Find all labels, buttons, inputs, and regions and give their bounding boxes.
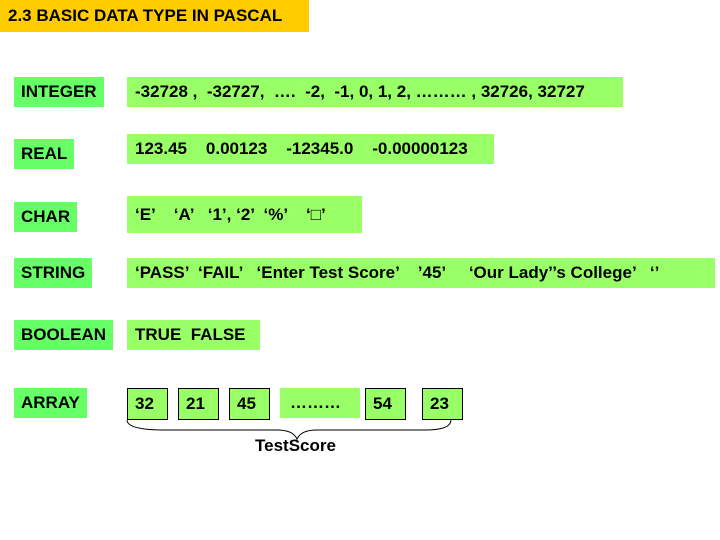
array-cell: 54 <box>365 388 406 420</box>
type-label-array: ARRAY <box>14 388 87 418</box>
array-cell: 21 <box>178 388 219 420</box>
type-label-string: STRING <box>14 258 93 288</box>
slide-title: 2.3 BASIC DATA TYPE IN PASCAL <box>0 0 309 32</box>
type-values-real: 123.45 0.00123 -12345.0 -0.00000123 <box>127 134 494 164</box>
type-values-string: ‘PASS’ ‘FAIL’ ‘Enter Test Score’ ’45’ ‘O… <box>127 258 715 288</box>
type-label-char: CHAR <box>14 202 78 232</box>
type-label-real: REAL <box>14 139 75 169</box>
array-ellipsis: ……… <box>280 388 360 418</box>
type-values-char: ‘E’ ‘A’ ‘1’, ‘2’ ‘%’ ‘□’ <box>127 196 362 233</box>
array-cell: 32 <box>127 388 168 420</box>
type-label-integer: INTEGER <box>14 77 104 107</box>
type-values-integer: -32728 , -32727, …. -2, -1, 0, 1, 2, ………… <box>127 77 623 107</box>
array-cell: 23 <box>422 388 463 420</box>
array-name-label: TestScore <box>255 436 336 455</box>
type-label-boolean: BOOLEAN <box>14 320 113 350</box>
array-cell: 45 <box>229 388 270 420</box>
type-values-boolean: TRUE FALSE <box>127 320 260 350</box>
